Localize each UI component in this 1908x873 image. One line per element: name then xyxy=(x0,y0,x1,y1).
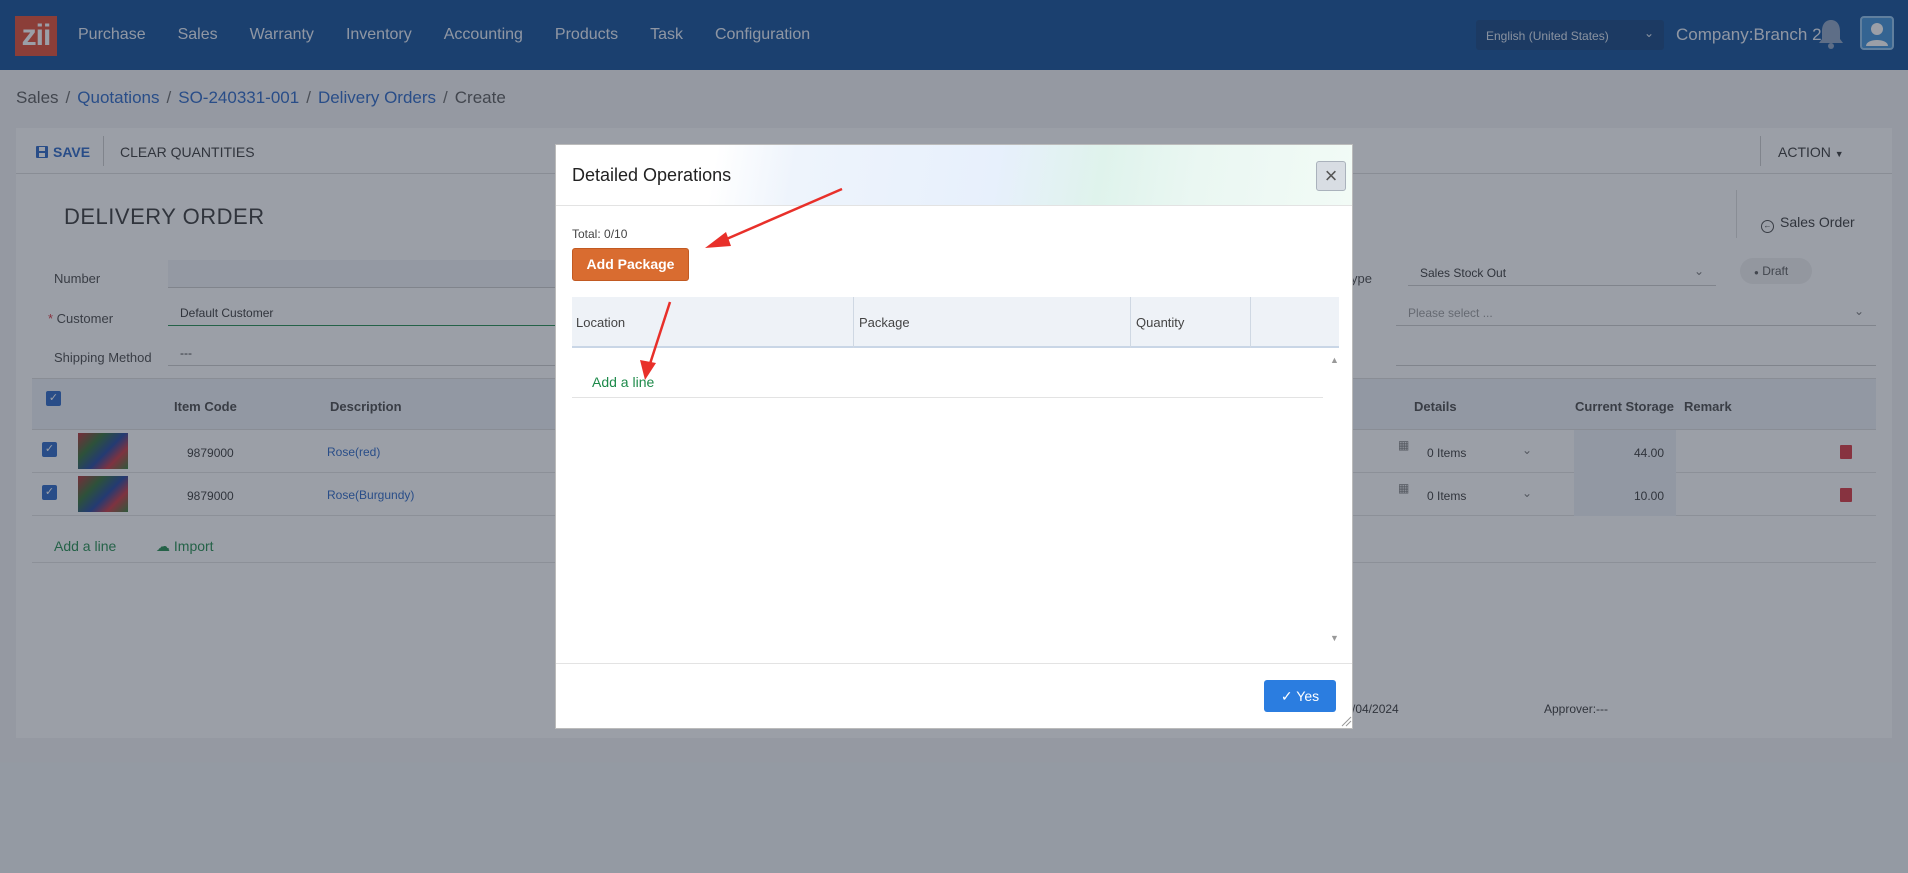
add-package-button[interactable]: Add Package xyxy=(572,248,689,281)
resize-handle-icon[interactable] xyxy=(1340,715,1352,727)
detailed-operations-dialog: Detailed Operations × Total: 0/10 Add Pa… xyxy=(555,144,1353,729)
add-line-link[interactable]: Add a line xyxy=(592,374,654,390)
operations-table-header: Location Package Quantity xyxy=(572,297,1339,348)
col-package: Package xyxy=(859,315,910,330)
dialog-header: Detailed Operations × xyxy=(556,145,1352,206)
check-icon: ✓ xyxy=(1280,688,1293,704)
dialog-footer-divider xyxy=(556,663,1352,664)
scroll-up-arrow-icon[interactable]: ▲ xyxy=(1330,355,1339,365)
yes-button[interactable]: ✓ Yes xyxy=(1264,680,1336,712)
column-divider xyxy=(1130,297,1131,348)
column-divider xyxy=(853,297,854,348)
col-location: Location xyxy=(576,315,626,330)
col-quantity: Quantity xyxy=(1136,315,1185,330)
yes-label: Yes xyxy=(1296,688,1320,704)
close-icon[interactable]: × xyxy=(1316,161,1346,191)
dialog-title: Detailed Operations xyxy=(572,165,732,185)
scroll-down-arrow-icon[interactable]: ▼ xyxy=(1330,633,1339,643)
total-counter: Total: 0/10 xyxy=(572,227,628,241)
column-divider xyxy=(1250,297,1251,348)
row-divider xyxy=(572,397,1323,398)
